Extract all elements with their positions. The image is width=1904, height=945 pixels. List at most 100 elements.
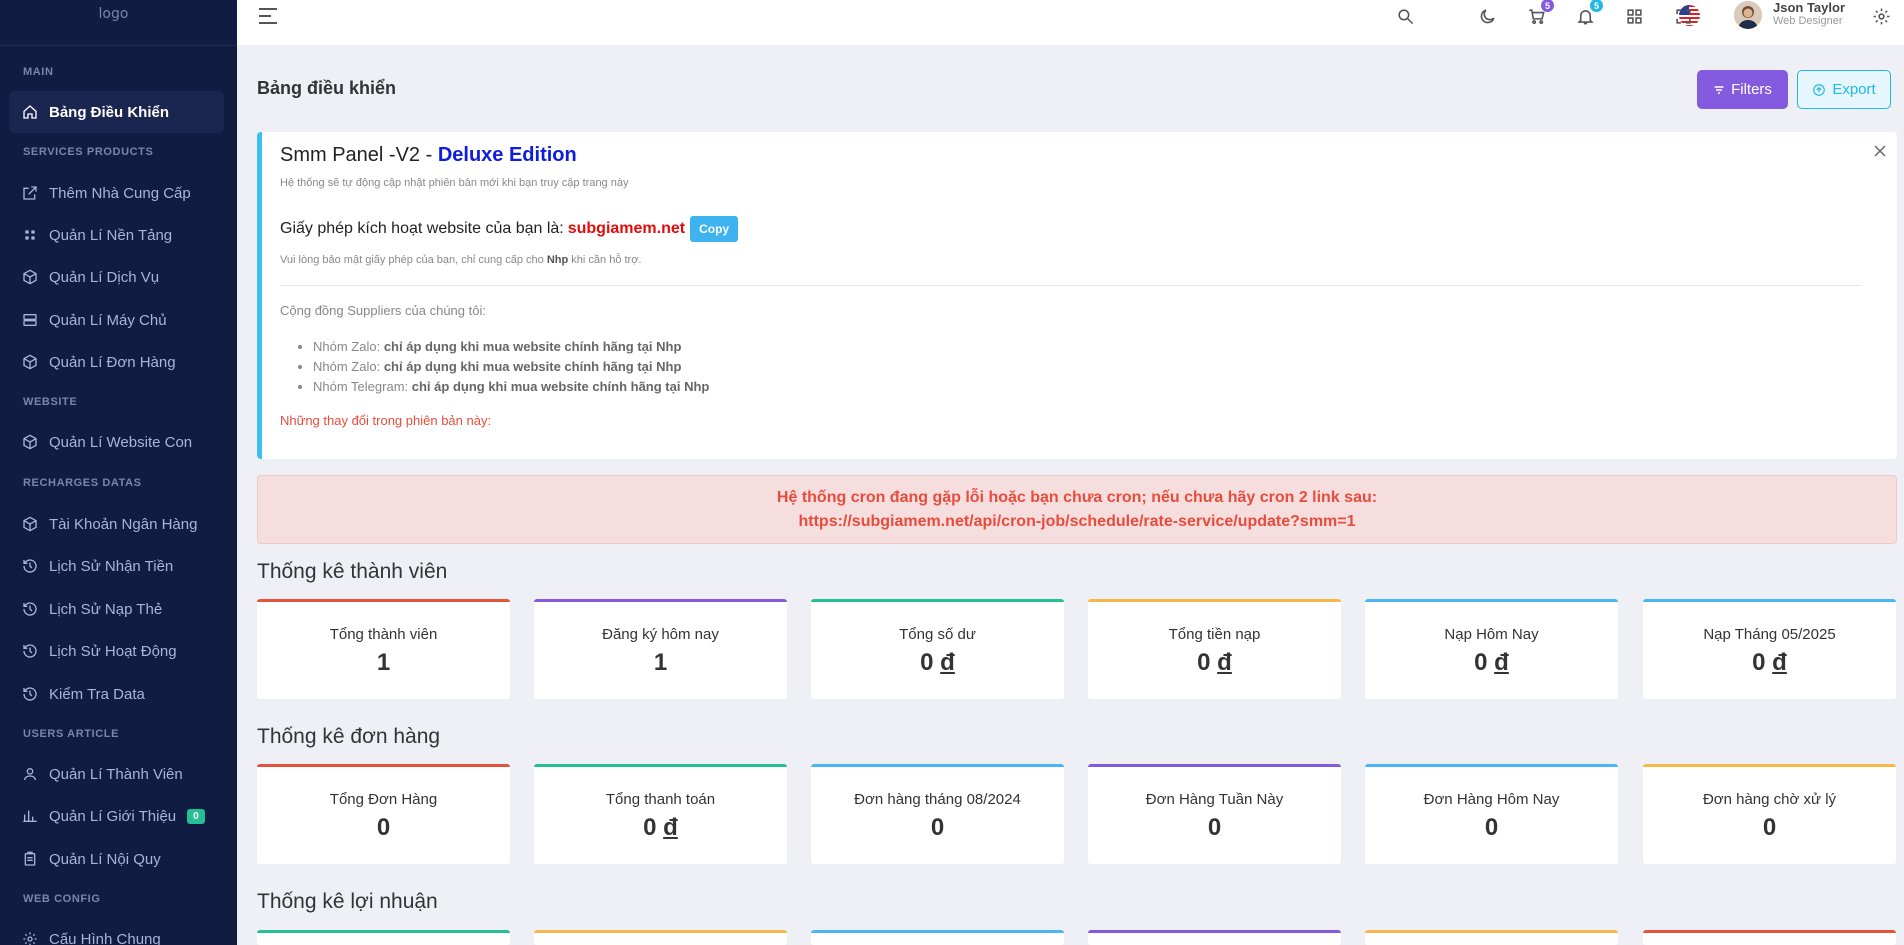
sidebar-item-orders[interactable]: Quản Lí Đơn Hàng (9, 341, 224, 383)
history-icon (23, 559, 37, 573)
sidebar-item-receive-history[interactable]: Lịch Sử Nhận Tiền (9, 545, 224, 587)
community-value[interactable]: chỉ áp dụng khi mua website chính hãng t… (412, 379, 710, 394)
copy-button[interactable]: Copy (690, 216, 739, 242)
stat-card-label: Nạp Tháng 05/2025 (1703, 626, 1836, 643)
stat-card-label: Đăng ký hôm nay (602, 626, 719, 643)
sidebar-item-label: Cấu Hình Chung (49, 930, 161, 945)
sidebar-item-label: Tài Khoản Ngân Hàng (49, 515, 198, 533)
currency-symbol: đ (940, 649, 955, 676)
stat-card-number: 0 (1207, 814, 1222, 841)
sidebar-item-activity-history[interactable]: Lịch Sử Hoạt Động (9, 630, 224, 672)
stat-card-value: 0 (1088, 814, 1341, 842)
filters-button[interactable]: Filters (1697, 70, 1788, 109)
sidebar-item-referrals[interactable]: Quản Lí Giới Thiệu 0 (9, 795, 224, 837)
section-users: USERS ARTICLE (23, 728, 120, 740)
changes-title: Những thay đổi trong phiên bản này: (280, 413, 492, 428)
export-button[interactable]: Export (1797, 70, 1891, 109)
sidebar-item-label: Lịch Sử Nhận Tiền (49, 557, 174, 575)
stat-card: Tổng thành viên 1 (257, 599, 510, 699)
user-avatar[interactable] (1734, 1, 1762, 29)
sidebar-item-label: Bảng Điều Khiển (49, 103, 170, 121)
gear-icon (23, 932, 37, 945)
server-icon (23, 314, 37, 326)
section-main: MAIN (23, 66, 54, 78)
sidebar-item-bank-accounts[interactable]: Tài Khoản Ngân Hàng (9, 503, 224, 545)
external-link-icon (23, 186, 37, 200)
license-domain: subgiamem.net (567, 220, 686, 237)
currency-symbol: đ (1217, 649, 1232, 676)
user-name[interactable]: Json Taylor (1773, 0, 1845, 15)
alert-line-2[interactable]: https://subgiamem.net/api/cron-job/sched… (258, 510, 1896, 534)
cron-alert: Hệ thống cron đang gặp lỗi hoặc bạn chưa… (257, 475, 1897, 544)
note-suffix: khi cần hỗ trợ. (571, 254, 642, 266)
sidebar-item-label: Quản Lí Giới Thiệu (49, 807, 177, 825)
fullscreen-button[interactable] (1672, 5, 1694, 27)
list-item: Nhóm Telegram: chỉ áp dụng khi mua websi… (313, 377, 709, 397)
stat-card-value: 0 (1643, 814, 1896, 842)
stat-card: Tổng Đơn Hàng 0 (257, 764, 510, 864)
sidebar-item-members[interactable]: Quản Lí Thành Viên (9, 753, 224, 795)
cart-button[interactable]: 5 (1525, 0, 1554, 27)
community-value[interactable]: chỉ áp dụng khi mua website chính hãng t… (384, 359, 682, 374)
cart-count-badge: 5 (1541, 0, 1554, 12)
notice-title: Smm Panel -V2 - Deluxe Edition (280, 144, 577, 167)
clipboard-icon (24, 851, 36, 866)
stat-card-value: 0 (1365, 814, 1618, 842)
topbar: 5 5 Json Taylor Web Designer (237, 0, 1904, 45)
sidebar-item-label: Lịch Sử Hoạt Động (49, 642, 177, 660)
stat-card (1643, 930, 1896, 945)
home-icon (23, 105, 37, 119)
user-icon (24, 768, 36, 781)
stat-card-value: 0 đ (1643, 649, 1896, 677)
search-button[interactable] (1394, 5, 1416, 27)
settings-button[interactable] (1870, 5, 1892, 27)
license-note: Vui lòng bảo mật giấy phép của bạn, chỉ … (280, 254, 642, 266)
sidebar-item-services[interactable]: Quản Lí Dịch Vụ (9, 256, 224, 298)
notice-title-edition: Deluxe Edition (437, 144, 577, 166)
notice-title-main: Smm Panel -V2 - (280, 144, 438, 166)
logo-image[interactable]: logo (99, 6, 129, 22)
stat-card-value: 0 (257, 814, 510, 842)
sidebar-item-label: Quản Lí Dịch Vụ (49, 268, 160, 286)
currency-symbol: đ (1494, 649, 1509, 676)
box-icon (23, 516, 37, 532)
community-value[interactable]: chỉ áp dụng khi mua website chính hãng t… (384, 339, 682, 354)
community-label: Nhóm Zalo: (313, 339, 381, 354)
license-row: Giấy phép kích hoạt website của bạn là: … (280, 216, 739, 242)
stat-card (811, 930, 1064, 945)
close-icon[interactable] (1873, 144, 1887, 158)
apps-grid-icon (1626, 8, 1642, 24)
theme-toggle-button[interactable] (1476, 5, 1498, 27)
stat-card-label: Đơn Hàng Hôm Nay (1423, 791, 1560, 808)
stat-card-number: 0 (1752, 649, 1766, 676)
stat-card-label: Nạp Hôm Nay (1444, 626, 1539, 643)
sidebar-item-platforms[interactable]: Quản Lí Nền Tảng (9, 214, 224, 256)
sidebar-item-child-sites[interactable]: Quản Lí Website Con (9, 421, 224, 463)
apps-button[interactable] (1623, 5, 1645, 27)
stat-card-number: 0 (930, 814, 945, 841)
sidebar-item-servers[interactable]: Quản Lí Máy Chủ (9, 299, 224, 341)
currency-symbol: đ (663, 814, 678, 841)
stat-card-label: Tổng Đơn Hàng (329, 791, 438, 808)
box-icon (23, 434, 37, 450)
stat-card: Đơn Hàng Tuần Này 0 (1088, 764, 1341, 864)
community-label: Nhóm Telegram: (313, 379, 409, 394)
stat-card (1365, 930, 1618, 945)
sidebar-item-card-history[interactable]: Lịch Sử Nạp Thẻ (9, 588, 224, 630)
stat-card: Đơn hàng chờ xử lý 0 (1643, 764, 1896, 864)
sidebar-item-dashboard[interactable]: Bảng Điều Khiển (9, 91, 224, 133)
note-prefix: Vui lòng bảo mật giấy phép của bạn, chỉ … (280, 254, 544, 266)
stat-card-number: 0 (643, 814, 657, 841)
box-icon (23, 269, 37, 285)
gear-icon (1873, 8, 1889, 24)
menu-toggle-icon[interactable] (257, 6, 279, 26)
sidebar-item-label: Lịch Sử Nạp Thẻ (49, 600, 163, 618)
search-icon (1397, 8, 1413, 24)
sidebar-item-add-supplier[interactable]: Thêm Nhà Cung Cấp (9, 172, 224, 214)
sidebar-item-label: Quản Lí Đơn Hàng (49, 353, 176, 371)
sidebar-item-rules[interactable]: Quản Lí Nội Quy (9, 838, 224, 880)
notifications-button[interactable]: 5 (1574, 0, 1603, 27)
sidebar-item-general-config[interactable]: Cấu Hình Chung (9, 918, 224, 945)
sidebar-item-check-data[interactable]: Kiểm Tra Data (9, 673, 224, 715)
stat-card-number: 1 (376, 649, 391, 676)
